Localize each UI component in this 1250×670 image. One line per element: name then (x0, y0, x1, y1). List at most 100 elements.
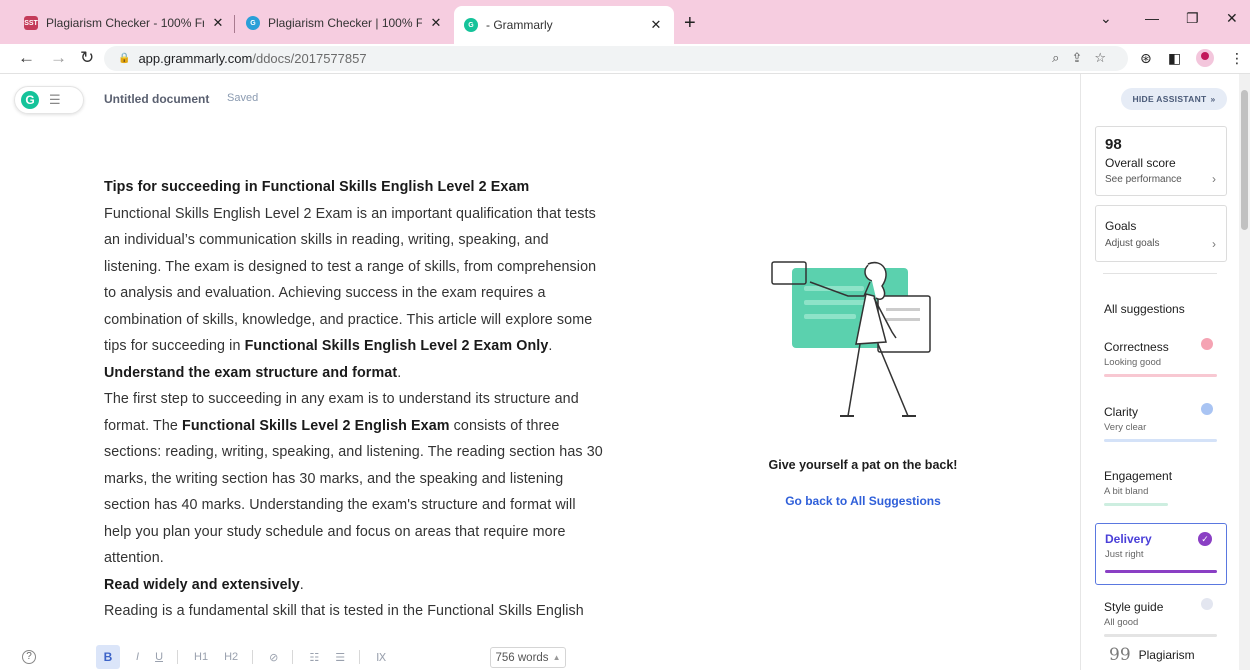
document-paragraph: Understand the exam structure and format… (104, 360, 604, 387)
grammarly-menu-pill[interactable]: G ☰ (14, 86, 84, 114)
zoom-icon[interactable]: ⌕ (1052, 50, 1071, 65)
new-tab-icon[interactable]: + (684, 12, 696, 35)
text-run: Reading is a fundamental skill that is t… (104, 603, 584, 619)
category-name: Delivery (1105, 532, 1152, 546)
chevron-right-icon: › (1212, 237, 1216, 251)
chevron-up-icon: ▲ (552, 653, 561, 662)
close-icon[interactable]: ✕ (648, 17, 664, 33)
hide-assistant-button[interactable]: HIDE ASSISTANT » (1121, 88, 1227, 110)
grammarly-favicon-icon: G (246, 16, 260, 30)
category-progress-bar (1104, 503, 1168, 506)
bold-text-run: Understand the exam structure and format (104, 364, 398, 381)
close-icon[interactable]: ✕ (210, 15, 226, 31)
document-paragraph: Read widely and extensively. (104, 572, 604, 599)
scrollbar-thumb[interactable] (1241, 90, 1248, 230)
page-scrollbar[interactable] (1239, 74, 1250, 670)
ordered-list-icon[interactable]: ☷ (309, 651, 319, 664)
category-status: Just right (1105, 549, 1144, 560)
document-editor[interactable]: Tips for succeeding in Functional Skills… (104, 174, 604, 637)
grammarly-favicon-icon: G (464, 18, 478, 32)
category-clarity[interactable]: Clarity Very clear (1095, 397, 1227, 455)
browser-menu-icon[interactable]: ⋮ (1230, 50, 1244, 67)
category-progress-bar (1105, 570, 1217, 573)
category-style-guide[interactable]: Style guide All good (1095, 592, 1227, 650)
url-path: /ddocs/2017577857 (252, 51, 367, 66)
clear-format-icon[interactable]: Ⅸ (376, 651, 386, 664)
close-icon[interactable]: ✕ (428, 15, 444, 31)
category-name: Clarity (1104, 405, 1139, 419)
adjust-goals-link[interactable]: Adjust goals (1105, 238, 1159, 249)
bullet-list-icon[interactable]: ☰ (335, 651, 345, 664)
bold-text-run: Functional Skills Level 2 English Exam (182, 417, 450, 434)
text-run: consists of three sections: reading, wri… (104, 417, 603, 567)
overall-score-card[interactable]: 98 Overall score See performance › (1095, 126, 1227, 196)
category-progress-bar (1104, 634, 1217, 637)
browser-tab-2[interactable]: G Plagiarism Checker | 100% Free a ✕ (236, 8, 454, 38)
sidebar-divider (1103, 273, 1217, 274)
category-progress-bar (1104, 439, 1217, 442)
assistant-sidebar: HIDE ASSISTANT » 98 Overall score See pe… (1080, 74, 1239, 670)
text-run: Functional Skills English Level 2 Exam i… (104, 205, 597, 355)
forward-arrow-icon[interactable]: → (50, 48, 67, 68)
profile-avatar-icon[interactable] (1196, 49, 1214, 67)
share-icon[interactable]: ⇪ (1071, 50, 1094, 65)
goals-card[interactable]: Goals Adjust goals › (1095, 205, 1227, 262)
bold-text-run: Read widely and extensively (104, 576, 300, 593)
completion-message: Give yourself a pat on the back! (768, 458, 958, 472)
double-chevron-right-icon: » (1210, 94, 1216, 104)
category-status: All good (1104, 617, 1139, 628)
italic-button[interactable]: I (136, 651, 139, 663)
url-bar[interactable]: 🔒 app.grammarly.com/ddocs/2017577857 ⌕⇪☆ (104, 46, 1128, 71)
category-name: Correctness (1104, 340, 1169, 354)
bold-button[interactable]: B (96, 645, 120, 669)
hide-assistant-label: HIDE ASSISTANT (1132, 94, 1207, 104)
lock-icon: 🔒 (118, 53, 131, 64)
side-panel-icon[interactable]: ◧ (1168, 50, 1181, 67)
heading1-button[interactable]: H1 (194, 651, 208, 663)
goals-label: Goals (1105, 219, 1137, 233)
toolbar-divider (292, 650, 294, 664)
tab-divider (234, 15, 235, 33)
help-icon[interactable]: ? (22, 650, 36, 664)
word-count-button[interactable]: 756 words ▲ (490, 647, 566, 668)
browser-tab-1[interactable]: SST Plagiarism Checker - 100% Free P ✕ (14, 8, 236, 38)
go-back-suggestions-link[interactable]: Go back to All Suggestions (680, 494, 1046, 508)
toolbar-divider (177, 650, 179, 664)
document-title[interactable]: Untitled document (104, 92, 209, 106)
all-suggestions-link[interactable]: All suggestions (1104, 302, 1185, 316)
overall-score-value: 98 (1105, 136, 1122, 153)
minimize-icon[interactable]: — (1145, 10, 1159, 26)
document-paragraph: Functional Skills English Level 2 Exam i… (104, 201, 604, 360)
browser-tab-3-active[interactable]: G - Grammarly ✕ (454, 6, 674, 44)
tab-title: - Grammarly (486, 18, 553, 32)
toolbar-divider (359, 650, 361, 664)
toolbar-divider (252, 650, 254, 664)
category-delivery[interactable]: Delivery Just right ✓ (1095, 523, 1227, 585)
restore-icon[interactable]: ❐ (1186, 10, 1199, 27)
browser-address-bar: ← → ↻ 🔒 app.grammarly.com/ddocs/20175778… (0, 44, 1250, 74)
overall-score-label: Overall score (1105, 156, 1176, 170)
link-icon[interactable]: ⊘ (269, 651, 278, 664)
tab-search-chevron-icon[interactable]: ⌄ (1100, 10, 1112, 27)
back-arrow-icon[interactable]: ← (18, 48, 35, 68)
reload-icon[interactable]: ↻ (80, 48, 94, 68)
tab-title: Plagiarism Checker | 100% Free a (268, 16, 422, 30)
formatting-toolbar: B I U H1 H2 ⊘ ☷ ☰ Ⅸ (96, 645, 386, 669)
see-performance-link[interactable]: See performance (1105, 174, 1182, 185)
quote-icon: 99 (1109, 645, 1131, 665)
window-close-icon[interactable]: ✕ (1226, 10, 1238, 27)
bookmark-star-icon[interactable]: ☆ (1094, 50, 1118, 65)
category-status: Very clear (1104, 422, 1147, 433)
category-name: Engagement (1104, 469, 1173, 483)
category-engagement[interactable]: Engagement A bit bland (1095, 461, 1227, 519)
plagiarism-label: Plagiarism (1138, 648, 1195, 662)
extension-icon[interactable]: ⊛ (1140, 50, 1152, 67)
category-correctness[interactable]: Correctness Looking good (1095, 332, 1227, 390)
underline-button[interactable]: U (155, 651, 163, 663)
plagiarism-button[interactable]: 99 Plagiarism (1109, 645, 1195, 665)
heading2-button[interactable]: H2 (224, 651, 238, 663)
hamburger-menu-icon[interactable]: ☰ (49, 92, 61, 108)
category-name: Style guide (1104, 600, 1164, 614)
grammarly-logo-icon: G (21, 91, 39, 109)
document-paragraph: The first step to succeeding in any exam… (104, 386, 604, 572)
